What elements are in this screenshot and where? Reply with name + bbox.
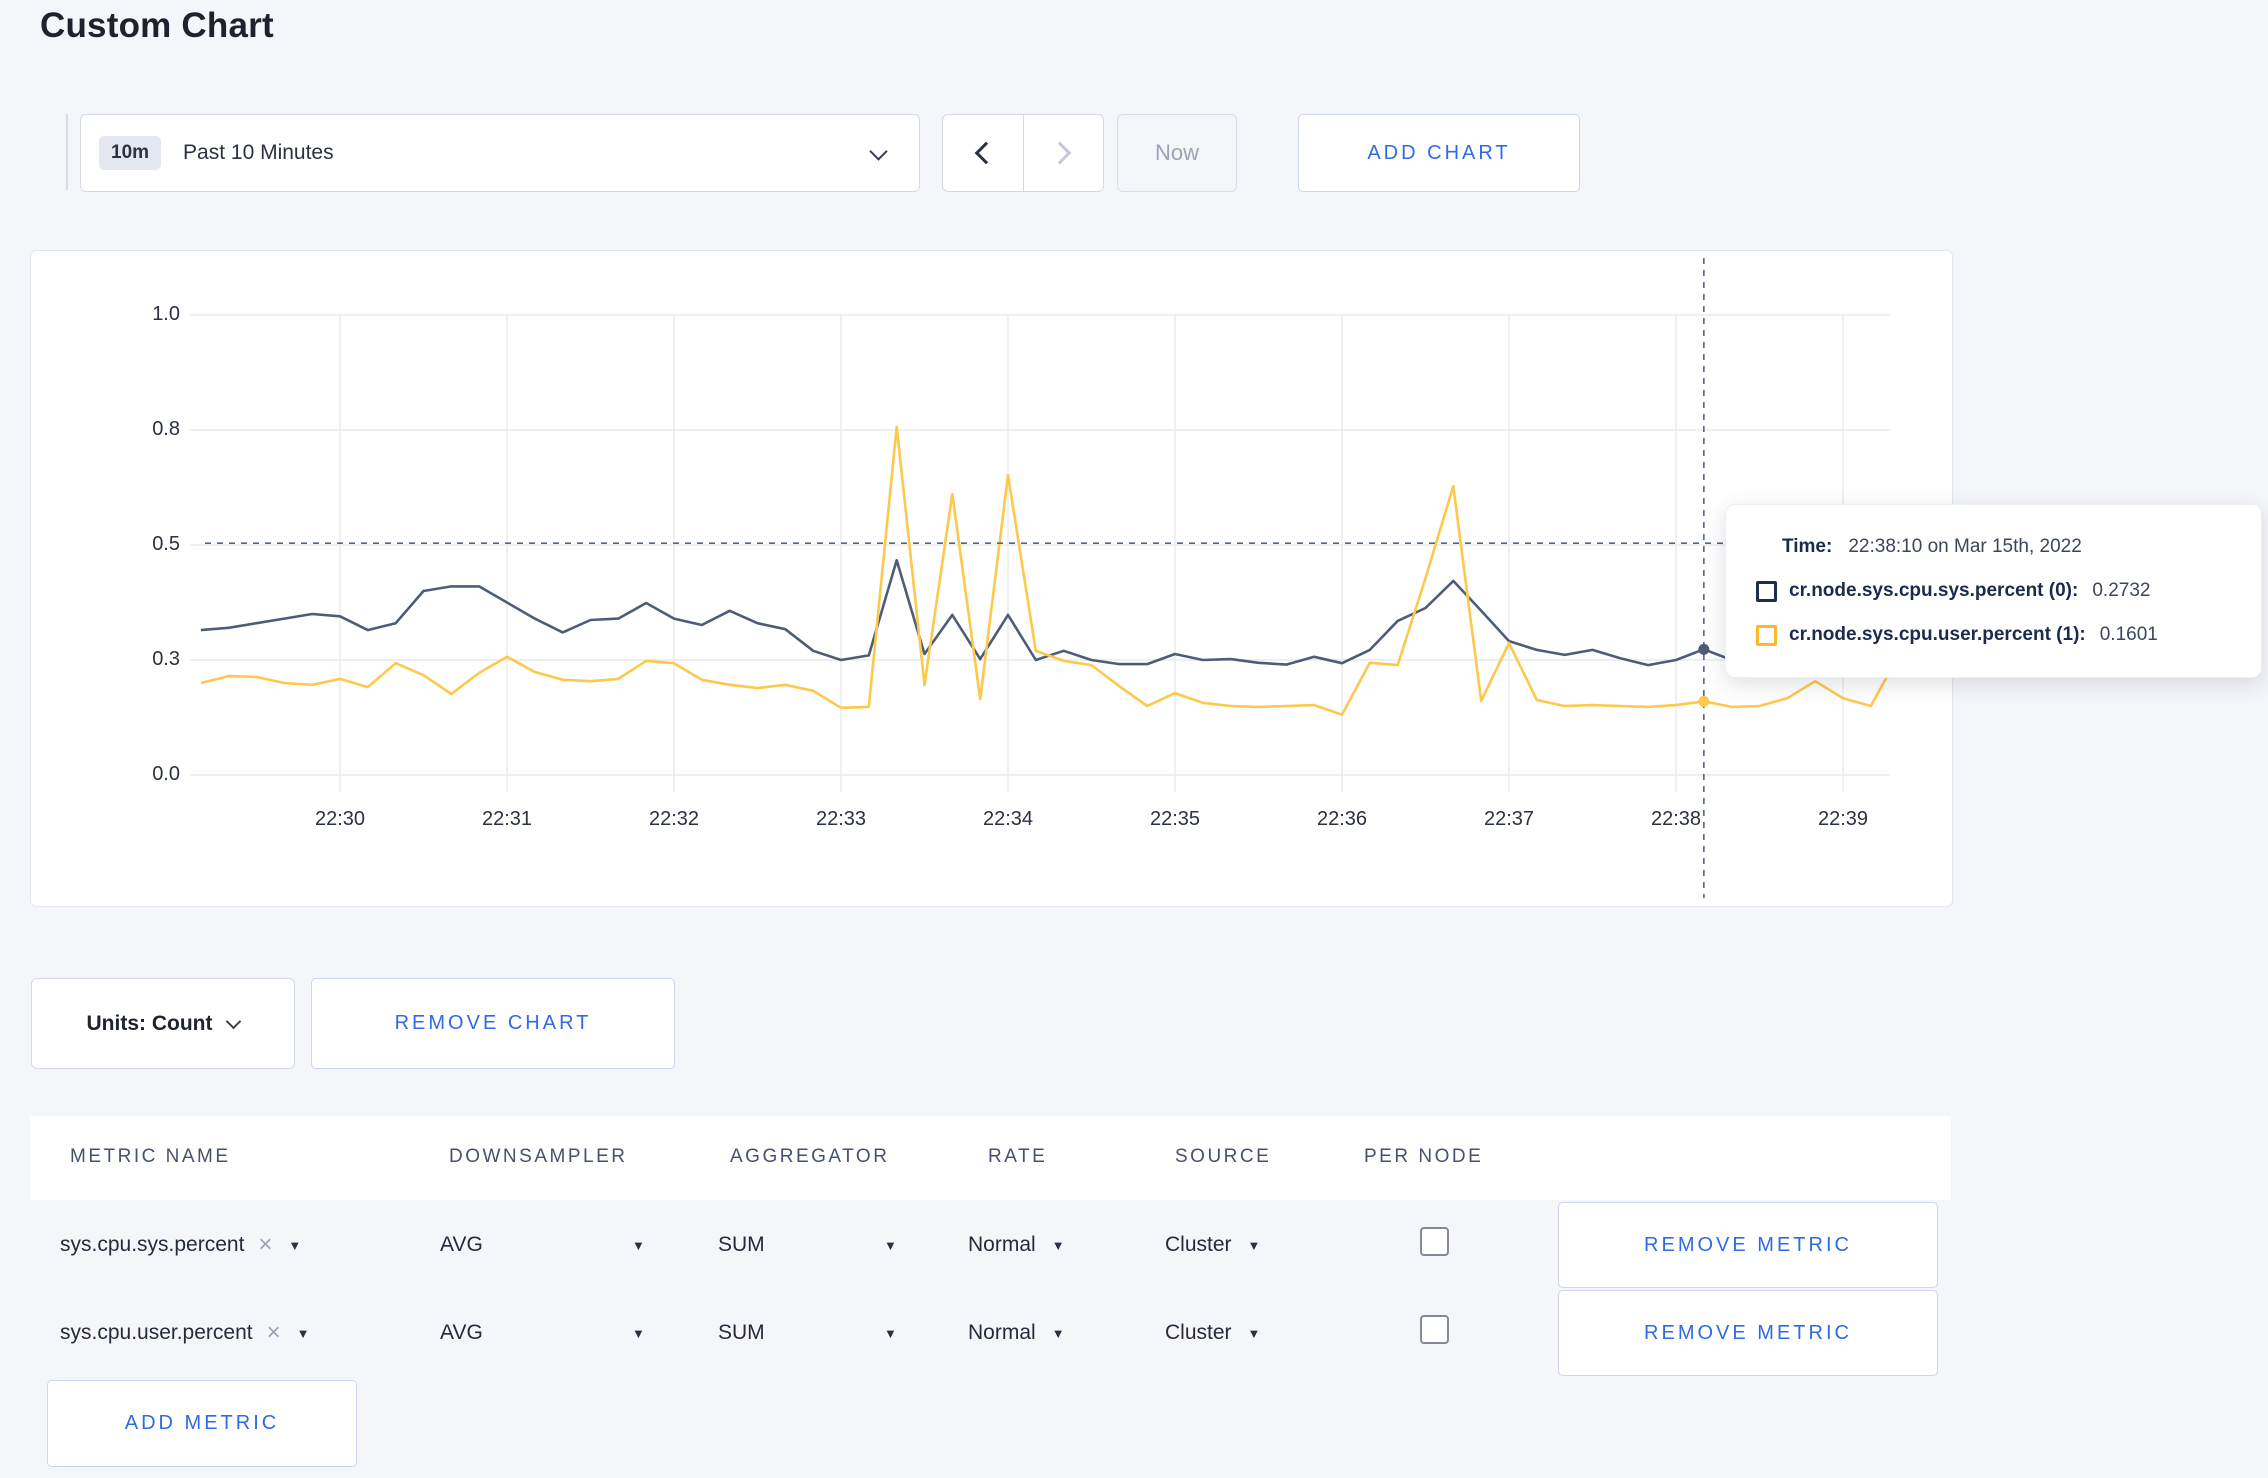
metric-name-value: sys.cpu.user.percent: [60, 1321, 253, 1344]
series-line: [200, 558, 1890, 667]
caret-down-icon: ▼: [1247, 1237, 1261, 1253]
metric-name-value: sys.cpu.sys.percent: [60, 1233, 245, 1256]
tooltip-series-value: 0.1601: [2099, 624, 2158, 645]
metric-name-select[interactable]: sys.cpu.user.percent × ▼: [60, 1289, 310, 1377]
source-value: Cluster: [1165, 1233, 1232, 1256]
downsampler-select[interactable]: AVG: [440, 1289, 483, 1377]
tooltip-series-row: cr.node.sys.cpu.user.percent (1): 0.1601: [1756, 617, 2261, 653]
remove-metric-button[interactable]: REMOVE METRIC: [1558, 1202, 1938, 1288]
caret-down-icon: ▼: [884, 1326, 897, 1341]
metric-name-select[interactable]: sys.cpu.sys.percent × ▼: [60, 1201, 301, 1289]
y-tick-label: 0.3: [152, 648, 180, 670]
custom-chart-page: Custom Chart 10m Past 10 Minutes Now ADD…: [0, 0, 2268, 1478]
metrics-table-header: METRIC NAME DOWNSAMPLER AGGREGATOR RATE …: [30, 1116, 1951, 1200]
tooltip-time-value: 22:38:10 on Mar 15th, 2022: [1848, 536, 2082, 557]
tooltip-time-row: Time: 22:38:10 on Mar 15th, 2022: [1756, 529, 2261, 565]
chart-tooltip: Time: 22:38:10 on Mar 15th, 2022 cr.node…: [1725, 504, 2262, 678]
user-series-swatch-icon: [1756, 624, 1777, 646]
x-tick-label: 22:37: [1483, 808, 1535, 830]
y-tick-label: 1.0: [152, 303, 180, 325]
remove-chart-button[interactable]: REMOVE CHART: [311, 978, 675, 1069]
x-tick-label: 22:33: [815, 808, 867, 830]
hover-point-marker: [1698, 695, 1710, 707]
caret-down-icon: ▼: [1051, 1237, 1065, 1253]
y-tick-label: 0.8: [152, 418, 180, 440]
remove-metric-x-icon[interactable]: ×: [258, 1231, 272, 1259]
col-header-metric-name: METRIC NAME: [70, 1146, 231, 1167]
downsampler-value: AVG: [440, 1321, 483, 1344]
x-tick-label: 22:35: [1149, 808, 1201, 830]
x-tick-label: 22:32: [648, 808, 700, 830]
source-select[interactable]: Cluster ▼: [1165, 1201, 1260, 1289]
col-header-downsampler: DOWNSAMPLER: [449, 1146, 628, 1167]
col-header-rate: RATE: [988, 1146, 1048, 1167]
aggregator-value: SUM: [718, 1321, 765, 1344]
x-tick-label: 22:30: [314, 808, 366, 830]
tooltip-series-label: cr.node.sys.cpu.sys.percent (0):: [1789, 580, 2079, 601]
add-metric-button[interactable]: ADD METRIC: [47, 1380, 357, 1467]
col-header-per-node: PER NODE: [1364, 1146, 1484, 1167]
tooltip-series-label: cr.node.sys.cpu.user.percent (1):: [1789, 624, 2086, 645]
chevron-down-icon: [226, 1013, 242, 1030]
x-tick-label: 22:34: [982, 808, 1034, 830]
source-value: Cluster: [1165, 1321, 1232, 1344]
source-select[interactable]: Cluster ▼: [1165, 1289, 1260, 1377]
col-header-source: SOURCE: [1175, 1146, 1272, 1167]
per-node-checkbox[interactable]: [1420, 1315, 1449, 1344]
hover-point-marker: [1698, 643, 1710, 655]
x-tick-label: 22:36: [1316, 808, 1368, 830]
rate-select[interactable]: Normal ▼: [968, 1201, 1065, 1289]
caret-down-icon: ▼: [1247, 1325, 1261, 1341]
rate-select[interactable]: Normal ▼: [968, 1289, 1065, 1377]
units-label: Units: Count: [86, 1011, 213, 1035]
aggregator-value: SUM: [718, 1233, 765, 1256]
remove-metric-button[interactable]: REMOVE METRIC: [1558, 1290, 1938, 1376]
y-tick-label: 0.5: [152, 533, 180, 555]
tooltip-series-value: 0.2732: [2092, 580, 2151, 601]
downsampler-value: AVG: [440, 1233, 483, 1256]
downsampler-select[interactable]: AVG: [440, 1201, 483, 1289]
metric-row: sys.cpu.sys.percent × ▼ AVG ▼ SUM ▼ Norm…: [30, 1201, 1951, 1289]
aggregator-select[interactable]: SUM: [718, 1289, 765, 1377]
sys-series-swatch-icon: [1756, 580, 1777, 602]
rate-value: Normal: [968, 1233, 1036, 1256]
series-line: [200, 425, 1890, 717]
caret-down-icon: ▼: [1051, 1325, 1065, 1341]
x-tick-label: 22:31: [481, 808, 533, 830]
y-tick-label: 0.0: [152, 763, 180, 785]
aggregator-select[interactable]: SUM: [718, 1201, 765, 1289]
x-tick-label: 22:38: [1650, 808, 1702, 830]
metric-row: sys.cpu.user.percent × ▼ AVG ▼ SUM ▼ Nor…: [30, 1289, 1951, 1377]
tooltip-series-row: cr.node.sys.cpu.sys.percent (0): 0.2732: [1756, 573, 2261, 609]
caret-down-icon: ▼: [288, 1237, 302, 1253]
caret-down-icon: ▼: [632, 1238, 645, 1253]
x-tick-label: 22:39: [1817, 808, 1869, 830]
caret-down-icon: ▼: [884, 1238, 897, 1253]
units-selector[interactable]: Units: Count: [31, 978, 295, 1069]
chart-plot[interactable]: [0, 0, 2268, 1000]
remove-metric-x-icon[interactable]: ×: [267, 1319, 281, 1347]
col-header-aggregator: AGGREGATOR: [730, 1146, 890, 1167]
tooltip-time-label: Time:: [1782, 536, 1833, 557]
per-node-checkbox[interactable]: [1420, 1227, 1449, 1256]
caret-down-icon: ▼: [296, 1325, 310, 1341]
caret-down-icon: ▼: [632, 1326, 645, 1341]
rate-value: Normal: [968, 1321, 1036, 1344]
